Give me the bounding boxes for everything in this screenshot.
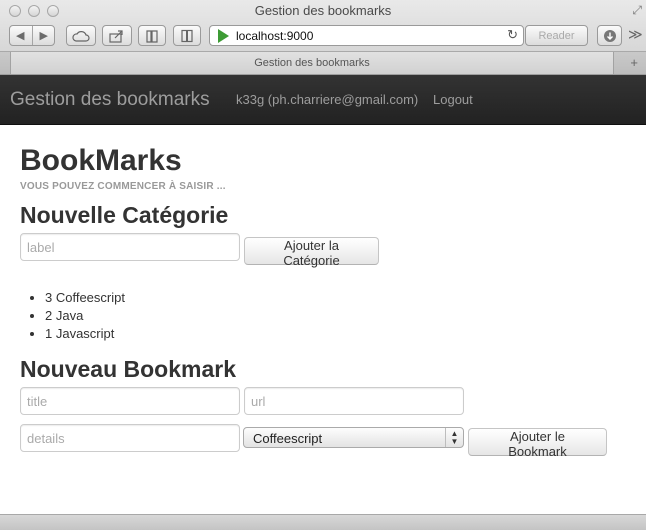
- app-navbar: Gestion des bookmarks k33g (ph.charriere…: [0, 75, 646, 125]
- icloud-tabs-button[interactable]: [66, 25, 96, 46]
- downloads-icon: [603, 29, 616, 42]
- list-item: 1 Javascript: [45, 325, 125, 343]
- reading-list-button[interactable]: [173, 25, 201, 46]
- bookmark-url-input[interactable]: [244, 387, 464, 415]
- reload-icon[interactable]: ↻: [507, 27, 518, 43]
- show-bookmarks-button[interactable]: [138, 25, 166, 46]
- brand-link[interactable]: Gestion des bookmarks: [10, 89, 210, 111]
- plus-icon[interactable]: +: [630, 55, 638, 70]
- bookmark-title-input[interactable]: [20, 387, 240, 415]
- page-title: BookMarks: [20, 144, 182, 177]
- add-category-button[interactable]: Ajouter la Catégorie: [244, 237, 379, 268]
- bookmarks-icon: [146, 29, 158, 43]
- status-bar: [0, 514, 646, 530]
- new-category-heading: Nouvelle Catégorie: [20, 202, 229, 228]
- cloud-icon: [72, 30, 90, 42]
- tab-current[interactable]: Gestion des bookmarks: [10, 52, 614, 74]
- reading-list-icon: [181, 29, 193, 42]
- add-bookmark-button[interactable]: Ajouter le Bookmark: [468, 428, 607, 459]
- logout-link[interactable]: Logout: [433, 92, 473, 107]
- downloads-button[interactable]: [597, 25, 622, 46]
- list-item: 3 Coffeescript: [45, 289, 125, 307]
- more-icon[interactable]: ≫: [628, 26, 643, 43]
- back-icon[interactable]: ◀: [16, 29, 24, 42]
- category-label-input[interactable]: [20, 233, 240, 261]
- list-item: 2 Java: [45, 307, 125, 325]
- page-subtitle: VOUS POUVEZ COMMENCER À SAISIR ...: [20, 181, 226, 192]
- go-icon[interactable]: [218, 29, 229, 43]
- category-list: 3 Coffeescript 2 Java 1 Javascript: [45, 289, 125, 343]
- bookmark-details-input[interactable]: [20, 424, 240, 452]
- reader-button[interactable]: Reader: [525, 25, 588, 46]
- select-value: Coffeescript: [253, 431, 323, 446]
- address-bar[interactable]: localhost:9000 ↻: [209, 25, 524, 46]
- forward-icon[interactable]: ▶: [40, 29, 48, 42]
- tab-bar: Gestion des bookmarks +: [0, 51, 646, 74]
- bookmark-category-select[interactable]: Coffeescript ▲ ▼: [243, 427, 464, 448]
- back-forward-buttons[interactable]: ◀ ▶: [9, 25, 55, 46]
- share-icon: [109, 29, 123, 43]
- url-text[interactable]: localhost:9000: [236, 29, 313, 43]
- share-button[interactable]: [102, 25, 132, 46]
- user-link[interactable]: k33g (ph.charriere@gmail.com): [236, 92, 418, 107]
- window-title: Gestion des bookmarks: [254, 3, 392, 18]
- resize-icon[interactable]: ⤢: [632, 3, 642, 18]
- select-arrows-icon: ▲ ▼: [445, 428, 463, 447]
- new-bookmark-heading: Nouveau Bookmark: [20, 356, 237, 382]
- browser-chrome: Gestion des bookmarks ⤢ ◀ ▶ localhost:90…: [0, 0, 646, 75]
